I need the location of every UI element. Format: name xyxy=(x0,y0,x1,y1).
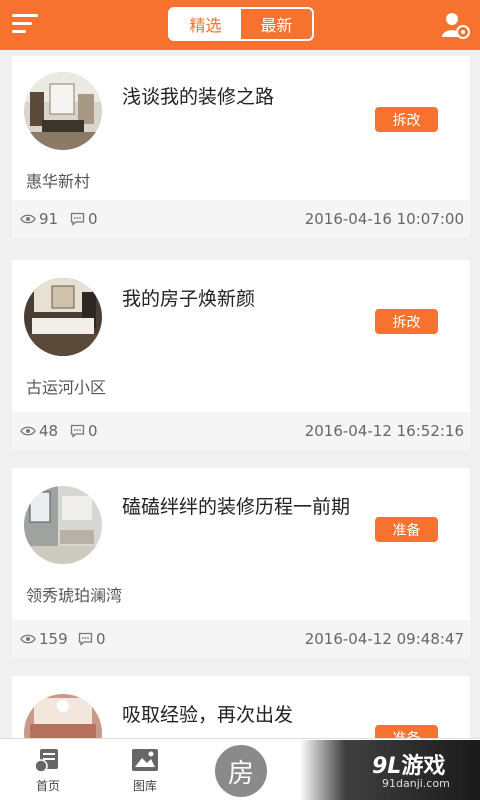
post-card[interactable]: 磕磕绊绊的装修历程一前期 准备 领秀琥珀澜湾 159 0 2016-04-12 … xyxy=(12,468,470,658)
top-bar: 精选 最新 xyxy=(0,0,480,50)
post-title[interactable]: 吸取经验，再次出发 xyxy=(122,700,293,727)
comment-icon xyxy=(70,212,85,226)
post-title[interactable]: 浅谈我的装修之路 xyxy=(122,82,274,109)
home-icon xyxy=(34,749,58,773)
post-thumbnail xyxy=(24,72,102,150)
view-count-value: 48 xyxy=(39,422,59,440)
post-feed[interactable]: 浅谈我的装修之路 拆改 惠华新村 91 0 2016-04-16 10:07:0… xyxy=(0,50,480,738)
view-count: 159 xyxy=(20,630,68,648)
user-settings-icon[interactable] xyxy=(440,10,470,40)
post-card[interactable]: 我的房子焕新颜 拆改 古运河小区 48 0 2016-04-12 16:52:1… xyxy=(12,260,470,450)
comment-count: 0 xyxy=(78,630,106,648)
post-date: 2016-04-16 10:07:00 xyxy=(304,210,464,228)
post-date: 2016-04-12 16:52:16 xyxy=(304,422,464,440)
comment-count: 0 xyxy=(70,210,98,228)
post-tag: 准备 xyxy=(375,725,438,738)
post-location: 惠华新村 xyxy=(26,172,91,191)
post-thumbnail xyxy=(24,486,102,564)
post-tag: 准备 xyxy=(375,517,438,542)
comment-count-value: 0 xyxy=(88,422,98,440)
post-thumbnail xyxy=(24,694,102,738)
comment-icon xyxy=(78,632,93,646)
view-count-value: 159 xyxy=(39,630,68,648)
post-title[interactable]: 磕磕绊绊的装修历程一前期 xyxy=(122,492,350,519)
post-footer: 159 0 2016-04-12 09:48:47 xyxy=(12,620,470,658)
post-footer: 91 0 2016-04-16 10:07:00 xyxy=(12,200,470,238)
watermark-url: 91danji.com xyxy=(382,777,450,790)
watermark-logo: 9L游戏 xyxy=(372,748,445,780)
post-card[interactable]: 浅谈我的装修之路 拆改 惠华新村 91 0 2016-04-16 10:07:0… xyxy=(12,56,470,238)
post-location: 古运河小区 xyxy=(26,378,107,397)
eye-icon xyxy=(20,214,36,224)
eye-icon xyxy=(20,634,36,644)
post-location: 领秀琥珀澜湾 xyxy=(26,586,123,605)
post-card[interactable]: 吸取经验，再次出发 准备 xyxy=(12,676,470,738)
post-tag: 拆改 xyxy=(375,107,438,132)
watermark-logo-text: 游戏 xyxy=(401,754,446,779)
feed-segmented-control: 精选 最新 xyxy=(168,7,314,41)
center-house-button[interactable]: 房 xyxy=(212,742,270,800)
nav-gallery-label: 图库 xyxy=(132,779,157,793)
nav-home-label: 首页 xyxy=(35,779,60,793)
post-title[interactable]: 我的房子焕新颜 xyxy=(122,284,255,311)
watermark-logo-num: 9L xyxy=(372,754,402,779)
post-thumbnail xyxy=(24,278,102,356)
post-date: 2016-04-12 09:48:47 xyxy=(304,630,464,648)
gallery-icon xyxy=(132,749,158,771)
comment-count-value: 0 xyxy=(88,210,98,228)
tab-latest[interactable]: 最新 xyxy=(241,9,312,39)
nav-home[interactable]: 首页 xyxy=(18,747,78,794)
comment-count: 0 xyxy=(70,422,98,440)
tab-featured[interactable]: 精选 xyxy=(170,9,241,39)
comment-icon xyxy=(70,424,85,438)
menu-icon[interactable] xyxy=(12,14,40,36)
view-count: 91 xyxy=(20,210,58,228)
comment-count-value: 0 xyxy=(96,630,106,648)
post-footer: 48 0 2016-04-12 16:52:16 xyxy=(12,412,470,450)
view-count: 48 xyxy=(20,422,58,440)
post-tag: 拆改 xyxy=(375,309,438,334)
nav-gallery[interactable]: 图库 xyxy=(115,747,175,794)
eye-icon xyxy=(20,426,36,436)
view-count-value: 91 xyxy=(39,210,59,228)
